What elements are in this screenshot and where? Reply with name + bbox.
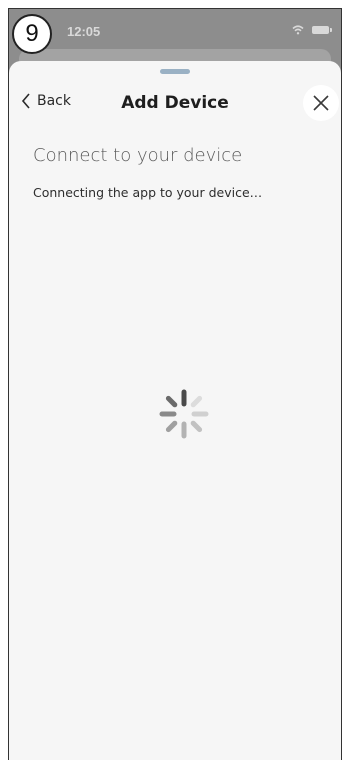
status-bar: 12:05 bbox=[9, 9, 341, 51]
close-button[interactable] bbox=[303, 85, 339, 121]
wifi-icon bbox=[292, 25, 304, 35]
loading-spinner-icon bbox=[159, 389, 209, 439]
sheet-grabber[interactable] bbox=[160, 69, 190, 74]
step-marker: 9 bbox=[12, 14, 52, 54]
device-screen: 12:05 Back Add Device Connect to your de… bbox=[8, 8, 342, 760]
add-device-sheet: Back Add Device Connect to your device C… bbox=[9, 61, 341, 760]
nav-bar: Back Add Device bbox=[9, 81, 341, 125]
status-time: 12:05 bbox=[67, 24, 101, 39]
close-icon bbox=[313, 95, 329, 111]
section-heading: Connect to your device bbox=[33, 145, 243, 166]
battery-icon bbox=[312, 26, 332, 34]
status-message: Connecting the app to your device… bbox=[33, 185, 263, 200]
status-icons bbox=[292, 25, 332, 35]
page-title: Add Device bbox=[121, 93, 229, 113]
